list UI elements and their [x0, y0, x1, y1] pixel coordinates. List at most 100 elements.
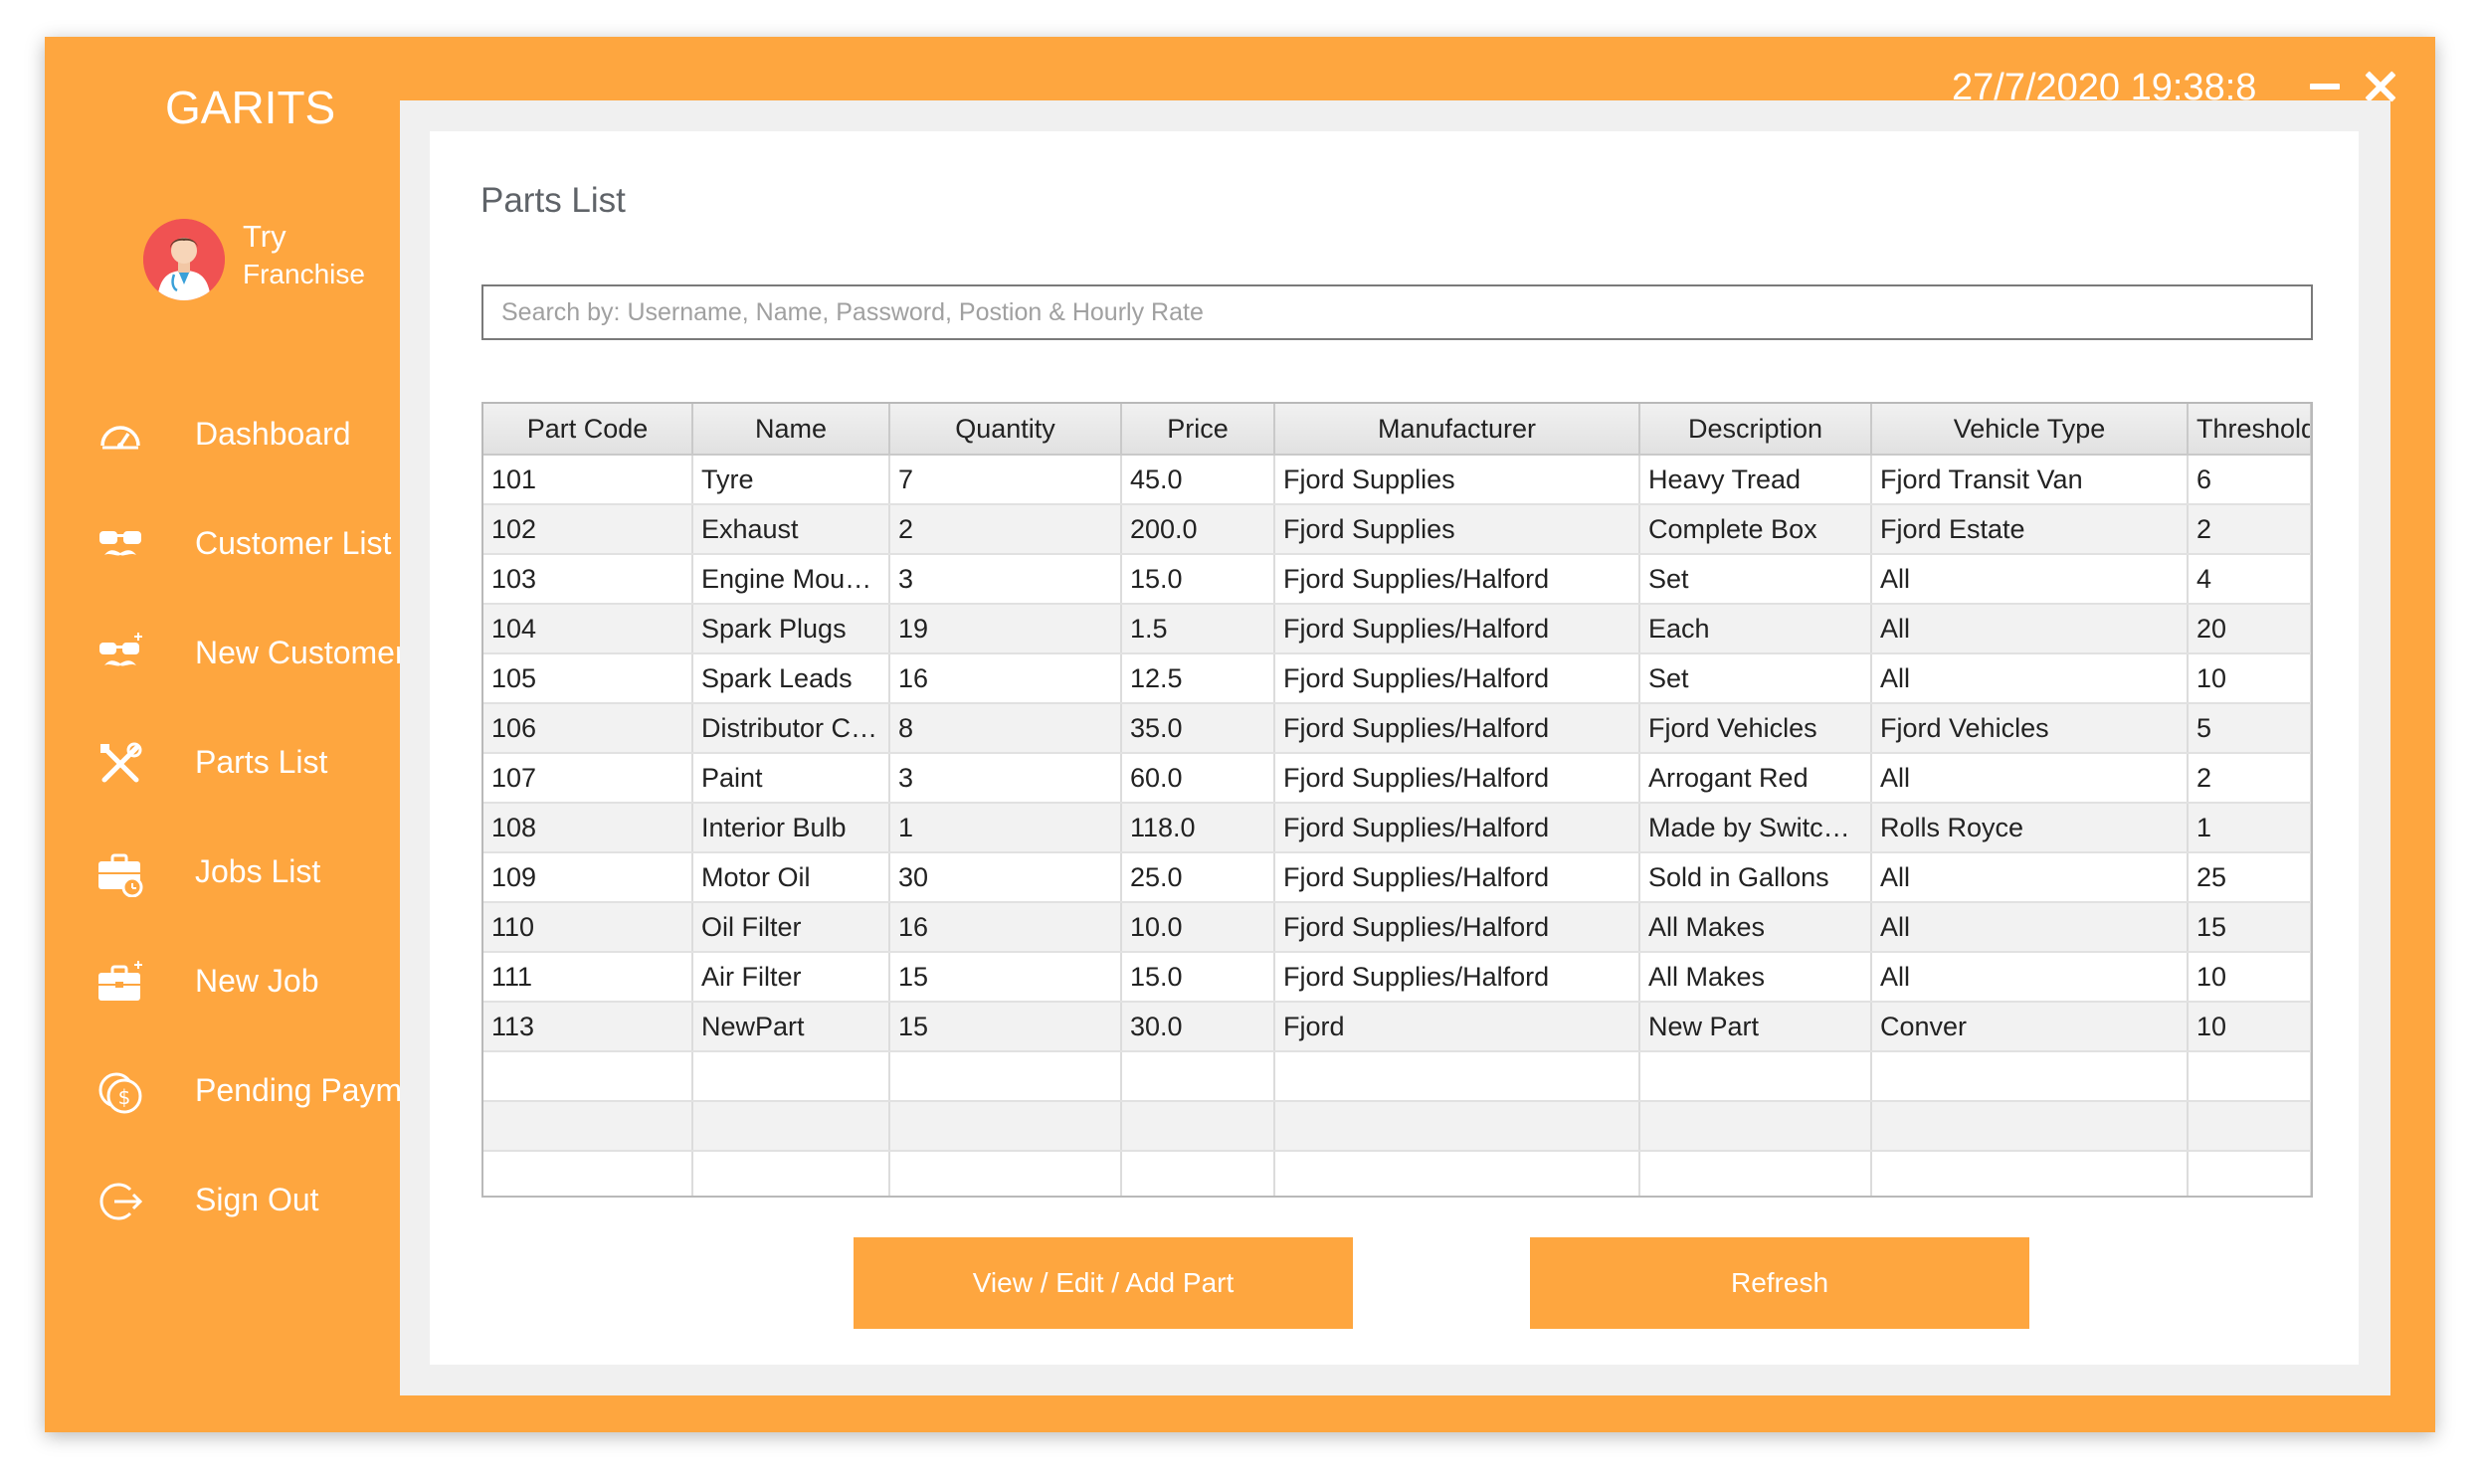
column-header[interactable]: Manufacturer — [1274, 404, 1640, 456]
dashboard-icon — [96, 412, 144, 460]
table-cell: Heavy Tread — [1639, 455, 1872, 505]
refresh-button[interactable]: Refresh — [1530, 1237, 2029, 1329]
table-cell: 7 — [889, 455, 1122, 505]
column-header[interactable]: Vehicle Type — [1871, 404, 2189, 456]
table-cell: Fjord Supplies/Halford — [1274, 604, 1640, 654]
mustache-glasses-plus-icon — [96, 631, 144, 678]
table-cell: 1.5 — [1121, 604, 1275, 654]
table-row[interactable]: 109 Motor Oil 30 25.0 Fjord Supplies/Halford… — [483, 852, 2311, 903]
table-cell-empty — [1639, 1101, 1872, 1152]
table-row[interactable]: 110 Oil Filter 16 10.0 Fjord Supplies/Halfor… — [483, 902, 2311, 953]
table-cell: Fjord Supplies/Halford — [1274, 703, 1640, 754]
table-cell-empty — [692, 1051, 890, 1102]
column-header[interactable]: Name — [692, 404, 890, 456]
table-cell: All — [1871, 753, 2189, 804]
close-icon[interactable] — [2365, 71, 2396, 102]
table-row-empty — [483, 1101, 2311, 1152]
table-cell: Set — [1639, 554, 1872, 605]
table-cell-empty — [1274, 1051, 1640, 1102]
table-cell-empty — [1274, 1151, 1640, 1196]
table-cell: 2 — [889, 504, 1122, 555]
table-cell: 15.0 — [1121, 554, 1275, 605]
table-cell: All — [1871, 554, 2189, 605]
table-cell-empty — [1639, 1051, 1872, 1102]
table-cell: 30.0 — [1121, 1002, 1275, 1052]
sidebar-item-new-job[interactable]: New Job — [45, 943, 443, 1022]
table-cell: 110 — [483, 902, 693, 953]
table-cell: Fjord Supplies/Halford — [1274, 653, 1640, 704]
table-row[interactable]: 101 Tyre 7 45.0 Fjord Supplies Heavy Tread Fjo… — [483, 455, 2311, 505]
search-input[interactable] — [481, 284, 2313, 340]
table-cell: 109 — [483, 852, 693, 903]
table-cell-empty — [889, 1151, 1122, 1196]
table-cell: Engine Mounts — [692, 554, 890, 605]
table-cell: 1 — [889, 803, 1122, 853]
sidebar-item-label: Dashboard — [195, 416, 351, 452]
minimize-icon[interactable] — [2310, 81, 2340, 94]
table-cell: Spark Plugs — [692, 604, 890, 654]
table-cell: Fjord Vehicles — [1639, 703, 1872, 754]
table-cell: 8 — [889, 703, 1122, 754]
table-row[interactable]: 106 Distributor Cap 8 35.0 Fjord Supplies/Ha… — [483, 703, 2311, 754]
column-header[interactable]: Threshold — [2188, 404, 2311, 456]
table-cell: Each — [1639, 604, 1872, 654]
parts-table[interactable]: Part Code Name Quantity Price Manufactur… — [481, 402, 2313, 1198]
table-cell: 200.0 — [1121, 504, 1275, 555]
table-row[interactable]: 102 Exhaust 2 200.0 Fjord Supplies Complete B… — [483, 504, 2311, 555]
table-cell: 104 — [483, 604, 693, 654]
table-cell: 15.0 — [1121, 952, 1275, 1003]
table-cell: 1 — [2188, 803, 2311, 853]
view-edit-add-part-button[interactable]: View / Edit / Add Part — [854, 1237, 1353, 1329]
user-name: Try — [243, 219, 286, 254]
table-cell: Fjord Transit Van — [1871, 455, 2189, 505]
table-cell: 35.0 — [1121, 703, 1275, 754]
table-cell: Spark Leads — [692, 653, 890, 704]
table-cell: Fjord Vehicles — [1871, 703, 2189, 754]
sidebar-item-sign-out[interactable]: Sign Out — [45, 1162, 443, 1241]
sidebar-item-label: Customer List — [195, 525, 392, 561]
table-row[interactable]: 108 Interior Bulb 1 118.0 Fjord Supplies/Hal… — [483, 803, 2311, 853]
table-row[interactable]: 104 Spark Plugs 19 1.5 Fjord Supplies/Halfor… — [483, 604, 2311, 654]
column-header[interactable]: Quantity — [889, 404, 1122, 456]
table-row[interactable]: 105 Spark Leads 16 12.5 Fjord Supplies/Halfo… — [483, 653, 2311, 704]
table-cell: 19 — [889, 604, 1122, 654]
table-cell: 111 — [483, 952, 693, 1003]
table-cell: 25 — [2188, 852, 2311, 903]
table-row[interactable]: 103 Engine Mounts 3 15.0 Fjord Supplies/Half… — [483, 554, 2311, 605]
table-cell: All — [1871, 852, 2189, 903]
sidebar-item-pending-payment[interactable]: $ Pending Payment — [45, 1052, 447, 1132]
table-cell-empty — [1871, 1051, 2189, 1102]
sidebar-item-customer-list[interactable]: Customer List — [45, 505, 443, 585]
table-cell: Fjord Supplies — [1274, 455, 1640, 505]
sidebar-item-parts-list[interactable]: Parts List — [45, 724, 443, 804]
table-cell-empty — [692, 1151, 890, 1196]
sidebar-item-dashboard[interactable]: Dashboard — [45, 396, 443, 475]
sign-out-icon — [96, 1178, 144, 1225]
table-cell: Fjord Estate — [1871, 504, 2189, 555]
table-cell: 15 — [2188, 902, 2311, 953]
table-row[interactable]: 111 Air Filter 15 15.0 Fjord Supplies/Halfor… — [483, 952, 2311, 1003]
sidebar-item-label: New Job — [195, 963, 319, 999]
column-header[interactable]: Description — [1639, 404, 1872, 456]
table-cell: Set — [1639, 653, 1872, 704]
table-row[interactable]: 107 Paint 3 60.0 Fjord Supplies/Halford Arrog… — [483, 753, 2311, 804]
table-cell: Sold in Gallons — [1639, 852, 1872, 903]
table-row[interactable]: 113 NewPart 15 30.0 Fjord New Part Conver 10 — [483, 1002, 2311, 1052]
sidebar-item-jobs-list[interactable]: Jobs List — [45, 834, 443, 913]
table-cell: Interior Bulb — [692, 803, 890, 853]
table-row-empty — [483, 1151, 2311, 1196]
table-cell: 2 — [2188, 504, 2311, 555]
table-cell: Fjord Supplies/Halford — [1274, 852, 1640, 903]
sidebar-item-new-customer[interactable]: New Customer — [45, 615, 443, 694]
table-cell: Tyre — [692, 455, 890, 505]
table-cell: 45.0 — [1121, 455, 1275, 505]
table-cell: 103 — [483, 554, 693, 605]
column-header[interactable]: Part Code — [483, 404, 693, 456]
table-cell: All Makes — [1639, 902, 1872, 953]
table-cell: 5 — [2188, 703, 2311, 754]
column-header[interactable]: Price — [1121, 404, 1275, 456]
table-cell: Fjord Supplies/Halford — [1274, 753, 1640, 804]
table-cell: All — [1871, 952, 2189, 1003]
table-cell-empty — [1121, 1101, 1275, 1152]
table-cell: Fjord Supplies/Halford — [1274, 952, 1640, 1003]
